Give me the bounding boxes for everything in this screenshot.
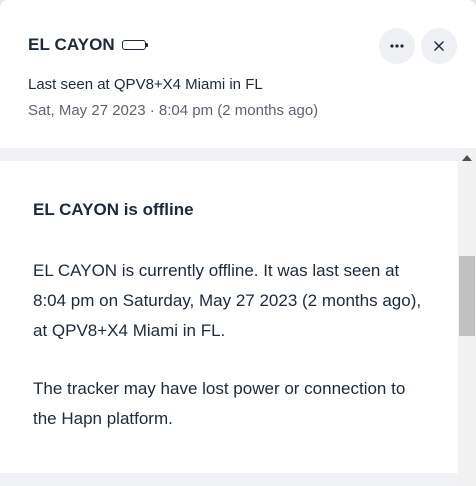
vertical-scrollbar[interactable] <box>458 148 476 486</box>
device-name: EL CAYON <box>28 35 115 54</box>
offline-hint: The tracker may have lost power or conne… <box>33 379 406 428</box>
more-horizontal-icon <box>390 44 404 48</box>
close-button[interactable] <box>421 28 457 64</box>
panel-header: EL CAYON Last seen at QPV8+X4 Miami in F… <box>0 0 476 148</box>
title-row: EL CAYON <box>28 35 149 55</box>
scroll-thumb[interactable] <box>459 256 475 336</box>
more-options-button[interactable] <box>379 28 415 64</box>
offline-message-card: EL CAYON is offline EL CAYON is currentl… <box>0 161 458 473</box>
battery-empty-icon <box>121 40 149 50</box>
last-seen-location: Last seen at QPV8+X4 Miami in FL <box>28 76 263 93</box>
status-heading: EL CAYON is offline <box>33 200 194 219</box>
section-divider <box>0 148 476 161</box>
bottom-divider <box>0 473 458 486</box>
close-icon <box>434 41 444 51</box>
offline-description: EL CAYON is currently offline. It was la… <box>33 261 422 340</box>
scroll-up-button[interactable] <box>458 148 476 168</box>
device-detail-panel: EL CAYON Last seen at QPV8+X4 Miami in F… <box>0 0 476 486</box>
last-seen-time: Sat, May 27 2023 · 8:04 pm (2 months ago… <box>28 102 319 119</box>
triangle-up-icon <box>462 155 472 161</box>
